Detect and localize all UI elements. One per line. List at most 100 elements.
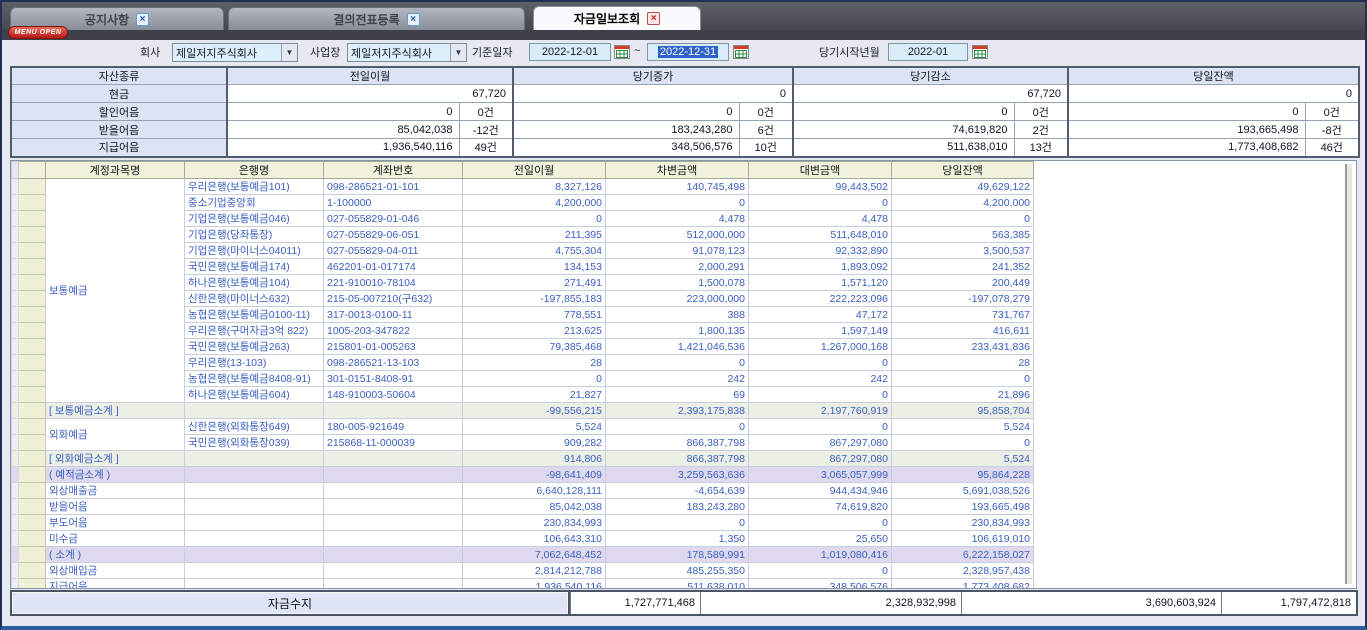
calendar-icon[interactable] bbox=[972, 44, 988, 59]
bank-name-cell[interactable]: 국민은행(보통예금263) bbox=[185, 339, 324, 355]
bank-name-cell[interactable]: 국민은행(보통예금174) bbox=[185, 259, 324, 275]
amount-cell[interactable]: 92,332,890 bbox=[749, 243, 892, 259]
bank-name-cell[interactable]: 하나은행(보통예금104) bbox=[185, 275, 324, 291]
detail-header-cell[interactable]: 계좌번호 bbox=[324, 162, 463, 179]
calendar-icon[interactable] bbox=[614, 44, 630, 59]
bank-name-cell[interactable] bbox=[185, 451, 324, 467]
account-number-cell[interactable] bbox=[324, 563, 463, 579]
amount-cell[interactable]: 0 bbox=[892, 435, 1034, 451]
account-group-cell[interactable]: 외화예금 bbox=[46, 419, 185, 451]
account-number-cell[interactable]: 221-910010-78104 bbox=[324, 275, 463, 291]
account-number-cell[interactable] bbox=[324, 499, 463, 515]
amount-cell[interactable]: 0 bbox=[606, 195, 749, 211]
amount-cell[interactable]: 47,172 bbox=[749, 307, 892, 323]
account-number-cell[interactable]: 215801-01-005263 bbox=[324, 339, 463, 355]
bank-name-cell[interactable] bbox=[185, 531, 324, 547]
account-number-cell[interactable]: 1005-203-347822 bbox=[324, 323, 463, 339]
date-from-input[interactable]: 2022-12-01 bbox=[529, 43, 611, 61]
account-number-cell[interactable] bbox=[324, 531, 463, 547]
amount-cell[interactable]: 2,328,957,438 bbox=[892, 563, 1034, 579]
amount-cell[interactable]: -99,556,215 bbox=[463, 403, 606, 419]
detail-header-cell[interactable]: 은행명 bbox=[185, 162, 324, 179]
row-selector-cell[interactable] bbox=[19, 227, 46, 243]
amount-cell[interactable]: 91,078,123 bbox=[606, 243, 749, 259]
amount-cell[interactable]: 222,223,096 bbox=[749, 291, 892, 307]
row-selector-cell[interactable] bbox=[19, 371, 46, 387]
amount-cell[interactable]: 7,062,648,452 bbox=[463, 547, 606, 563]
amount-cell[interactable]: 183,243,280 bbox=[606, 499, 749, 515]
amount-cell[interactable]: -197,855,183 bbox=[463, 291, 606, 307]
amount-cell[interactable]: 5,524 bbox=[463, 419, 606, 435]
amount-cell[interactable]: 866,387,798 bbox=[606, 451, 749, 467]
account-number-cell[interactable]: 180-005-921649 bbox=[324, 419, 463, 435]
calendar-icon[interactable] bbox=[733, 44, 749, 59]
detail-header-cell[interactable]: 계정과목명 bbox=[46, 162, 185, 179]
amount-cell[interactable]: 223,000,000 bbox=[606, 291, 749, 307]
amount-cell[interactable]: 0 bbox=[749, 563, 892, 579]
amount-cell[interactable]: 178,589,991 bbox=[606, 547, 749, 563]
amount-cell[interactable]: 271,491 bbox=[463, 275, 606, 291]
bank-name-cell[interactable]: 기업은행(보통예금046) bbox=[185, 211, 324, 227]
detail-header-cell[interactable]: 차변금액 bbox=[606, 162, 749, 179]
amount-cell[interactable]: 867,297,080 bbox=[749, 435, 892, 451]
account-number-cell[interactable] bbox=[324, 483, 463, 499]
amount-cell[interactable]: 99,443,502 bbox=[749, 179, 892, 195]
row-selector-cell[interactable] bbox=[19, 499, 46, 515]
amount-cell[interactable]: 0 bbox=[463, 371, 606, 387]
amount-cell[interactable]: 4,200,000 bbox=[892, 195, 1034, 211]
tab-2[interactable]: 결의전표등록× bbox=[228, 7, 525, 30]
bank-name-cell[interactable]: 기업은행(마이너스04011) bbox=[185, 243, 324, 259]
row-selector-cell[interactable] bbox=[19, 563, 46, 579]
row-selector-cell[interactable] bbox=[19, 419, 46, 435]
amount-cell[interactable]: 21,827 bbox=[463, 387, 606, 403]
row-selector-cell[interactable] bbox=[19, 531, 46, 547]
account-number-cell[interactable] bbox=[324, 547, 463, 563]
amount-cell[interactable]: 95,858,704 bbox=[892, 403, 1034, 419]
amount-cell[interactable]: 4,200,000 bbox=[463, 195, 606, 211]
menu-open-button[interactable]: MENU OPEN bbox=[8, 26, 68, 39]
row-selector-cell[interactable] bbox=[19, 195, 46, 211]
account-label-cell[interactable]: 받을어음 bbox=[46, 499, 185, 515]
amount-cell[interactable]: 106,619,010 bbox=[892, 531, 1034, 547]
account-label-cell[interactable]: 지급어음 bbox=[46, 579, 185, 590]
amount-cell[interactable]: 1,893,092 bbox=[749, 259, 892, 275]
amount-cell[interactable]: 85,042,038 bbox=[463, 499, 606, 515]
amount-cell[interactable]: 0 bbox=[606, 515, 749, 531]
amount-cell[interactable]: 512,000,000 bbox=[606, 227, 749, 243]
amount-cell[interactable]: 2,000,291 bbox=[606, 259, 749, 275]
amount-cell[interactable]: -197,078,279 bbox=[892, 291, 1034, 307]
bank-name-cell[interactable]: 우리은행(구머자금3억 822) bbox=[185, 323, 324, 339]
row-selector-cell[interactable] bbox=[19, 579, 46, 590]
close-icon[interactable]: × bbox=[136, 13, 149, 26]
row-selector-cell[interactable] bbox=[19, 387, 46, 403]
amount-cell[interactable]: -4,654,639 bbox=[606, 483, 749, 499]
close-icon[interactable]: × bbox=[407, 13, 420, 26]
amount-cell[interactable]: 242 bbox=[749, 371, 892, 387]
account-group-cell[interactable]: 보통예금 bbox=[46, 179, 185, 403]
row-selector-cell[interactable] bbox=[19, 211, 46, 227]
account-number-cell[interactable]: 462201-01-017174 bbox=[324, 259, 463, 275]
row-selector-cell[interactable] bbox=[19, 355, 46, 371]
amount-cell[interactable]: 28 bbox=[463, 355, 606, 371]
amount-cell[interactable]: 0 bbox=[749, 387, 892, 403]
account-number-cell[interactable]: 098-286521-13-103 bbox=[324, 355, 463, 371]
row-selector-cell[interactable] bbox=[19, 515, 46, 531]
detail-header-cell[interactable]: 대변금액 bbox=[749, 162, 892, 179]
amount-cell[interactable]: 416,611 bbox=[892, 323, 1034, 339]
amount-cell[interactable]: 867,297,080 bbox=[749, 451, 892, 467]
detail-header-cell[interactable]: 당일잔액 bbox=[892, 162, 1034, 179]
amount-cell[interactable]: 233,431,836 bbox=[892, 339, 1034, 355]
amount-cell[interactable]: 3,500,537 bbox=[892, 243, 1034, 259]
amount-cell[interactable]: 95,864,228 bbox=[892, 467, 1034, 483]
amount-cell[interactable]: 944,434,946 bbox=[749, 483, 892, 499]
amount-cell[interactable]: 1,350 bbox=[606, 531, 749, 547]
amount-cell[interactable]: 230,834,993 bbox=[463, 515, 606, 531]
account-number-cell[interactable]: 301-0151-8408-91 bbox=[324, 371, 463, 387]
amount-cell[interactable]: 193,665,498 bbox=[892, 499, 1034, 515]
bank-name-cell[interactable] bbox=[185, 563, 324, 579]
date-to-input[interactable]: 2022-12-31 bbox=[647, 43, 729, 61]
amount-cell[interactable]: 0 bbox=[892, 211, 1034, 227]
bank-name-cell[interactable] bbox=[185, 579, 324, 590]
amount-cell[interactable]: 6,222,158,027 bbox=[892, 547, 1034, 563]
account-label-cell[interactable]: 외상매출금 bbox=[46, 483, 185, 499]
